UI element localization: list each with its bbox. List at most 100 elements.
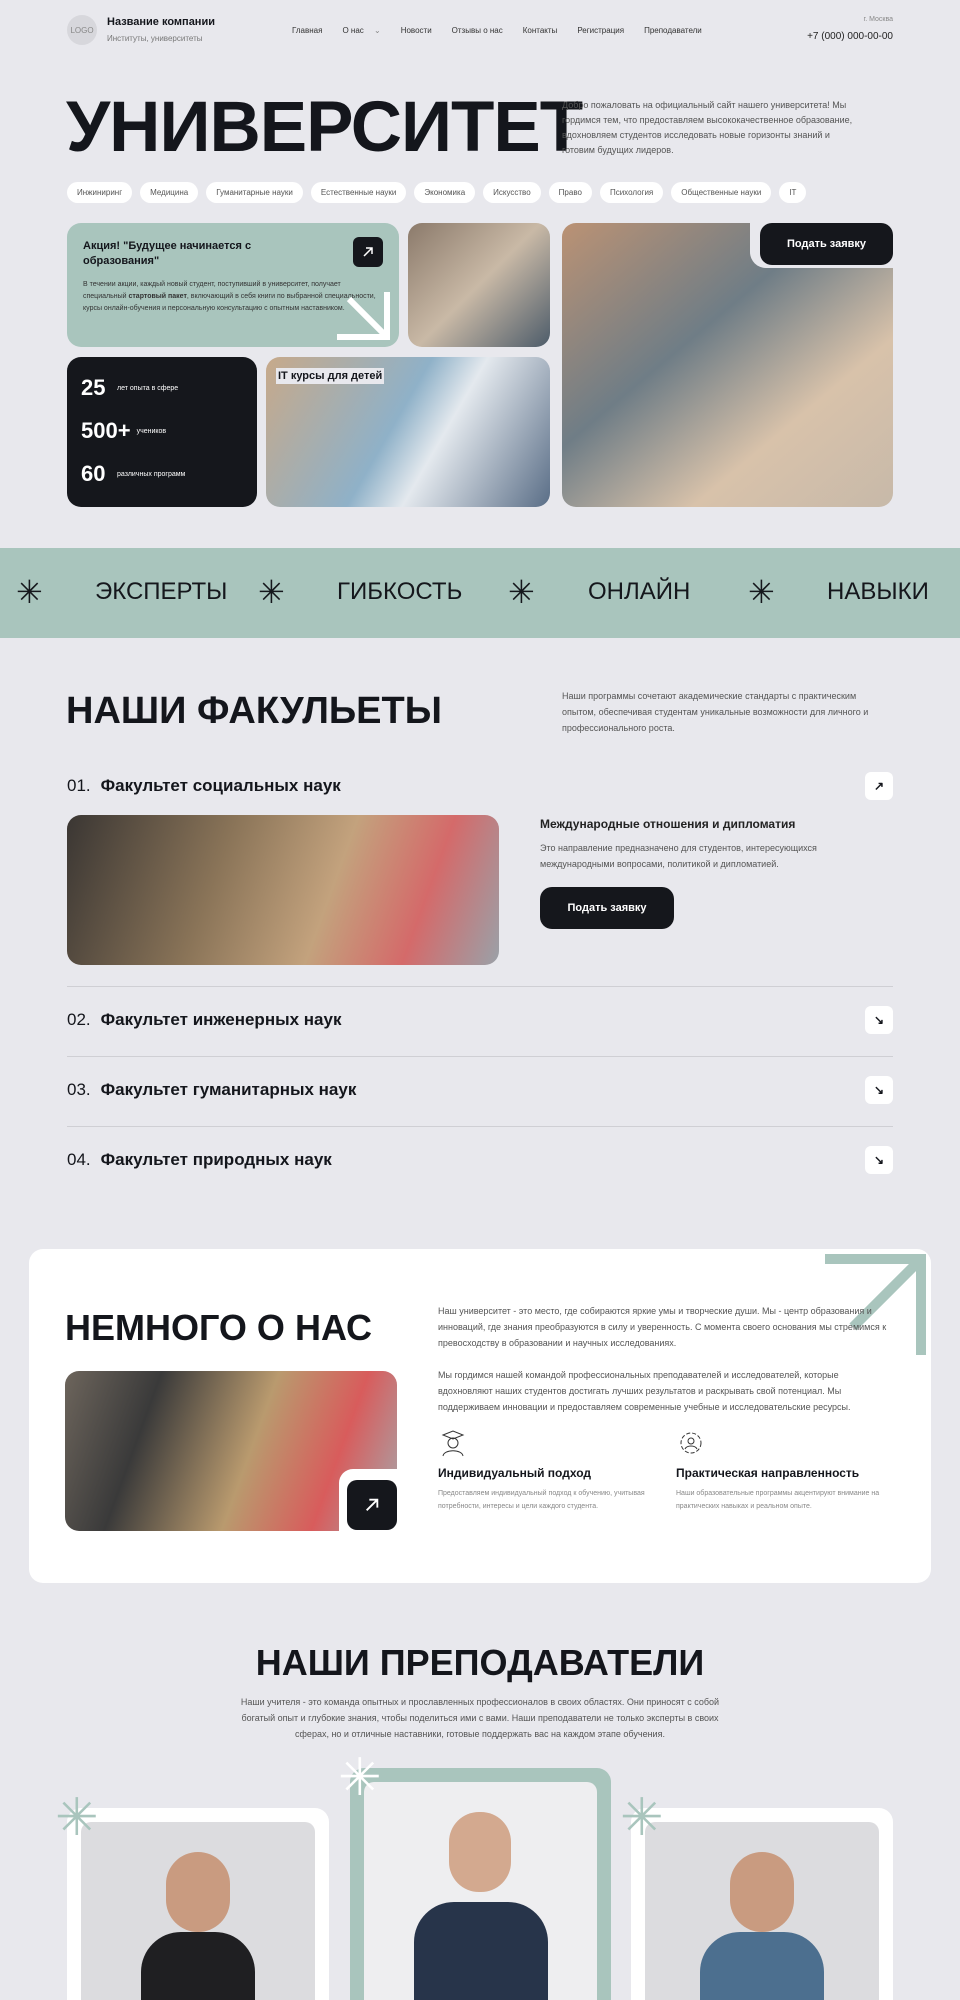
stat-experience: 25 лет опыта в сфере <box>81 375 243 401</box>
apply-button-faculty[interactable]: Подать заявку <box>540 887 674 929</box>
tag-natural-sciences[interactable]: Естественные науки <box>310 182 407 203</box>
faculty-row-3[interactable]: 03. Факультет гуманитарных наук ↘ <box>67 1074 893 1106</box>
tag-economics[interactable]: Экономика <box>414 182 476 203</box>
students-photo <box>408 223 550 347</box>
teacher-card-1[interactable] <box>67 1808 329 2000</box>
nav-contacts[interactable]: Контакты <box>523 26 558 35</box>
about-arrow-button[interactable] <box>347 1480 397 1530</box>
company-subtitle: Институты, университеты <box>107 34 203 43</box>
gear-person-icon <box>680 1432 702 1454</box>
divider <box>67 1056 893 1057</box>
graduate-icon <box>441 1430 465 1457</box>
teacher-photo-1 <box>81 1822 315 2000</box>
values-band: ✳ ЭКСПЕРТЫ ✳ ГИБКОСТЬ ✳ ОНЛАЙН ✳ НАВЫКИ <box>0 548 960 638</box>
band-word-online: ОНЛАЙН <box>588 578 691 605</box>
about-paragraph-2: Мы гордимся нашей командой профессиональ… <box>438 1370 851 1412</box>
feature-text-individual: Предоставляем индивидуальный подход к об… <box>438 1490 645 1510</box>
tag-it[interactable]: IT <box>779 182 807 203</box>
tag-humanities[interactable]: Гуманитарные науки <box>206 182 303 203</box>
teacher-photo-3 <box>645 1822 879 2000</box>
site-header: LOGO Название компании Институты, универ… <box>67 14 893 48</box>
company-name: Название компании <box>107 16 215 28</box>
tag-social-sciences[interactable]: Общественные науки <box>671 182 772 203</box>
stat-number: 60 <box>81 461 106 486</box>
faculty-row-2[interactable]: 02. Факультет инженерных наук ↘ <box>67 1004 893 1036</box>
band-word-skills: НАВЫКИ <box>827 578 929 605</box>
faculty-name: Факультет социальных наук <box>100 776 341 795</box>
tag-list: Инжиниринг Медицина Гуманитарные науки Е… <box>67 182 807 203</box>
tag-medicine[interactable]: Медицина <box>140 182 199 203</box>
faculty-row-1[interactable]: 01. Факультет социальных наук ↗ <box>67 770 893 802</box>
faculties-description: Наши программы сочетают академические ст… <box>562 691 869 733</box>
promo-text-bold: стартовый пакет <box>128 293 187 300</box>
nav-home[interactable]: Главная <box>292 26 322 35</box>
faculty-detail-text: Это направление предназначено для студен… <box>540 843 817 869</box>
feature-title-practical: Практическая направленность <box>676 1466 860 1480</box>
arrow-down-right-icon[interactable]: ↘ <box>865 1076 893 1104</box>
about-title: НЕМНОГО О НАС <box>65 1307 373 1348</box>
faculty-detail-title: Международные отношения и дипломатия <box>540 817 796 831</box>
asterisk-icon: ✳ <box>258 574 285 610</box>
chevron-down-icon: ⌄ <box>374 26 381 35</box>
teachers-title: НАШИ ПРЕПОДАВАТЕЛИ <box>255 1642 705 1683</box>
about-paragraph-1: Наш университет - это место, где собираю… <box>438 1306 887 1348</box>
band-word-flexibility: ГИБКОСТЬ <box>337 578 463 605</box>
stat-students: 500+ учеников <box>81 418 243 444</box>
arrow-up-right-icon[interactable]: ↗ <box>865 772 893 800</box>
faculty-number: 04. <box>67 1150 91 1169</box>
teacher-card-2[interactable] <box>350 1768 611 2000</box>
nav-about-label: О нас <box>342 26 364 35</box>
faculty-row-4[interactable]: 04. Факультет природных наук ↘ <box>67 1144 893 1176</box>
faculty-photo <box>67 815 499 965</box>
arrow-up-right-icon <box>366 1498 379 1511</box>
it-courses-label[interactable]: IT курсы для детей <box>276 368 385 384</box>
hero-description: Добро пожаловать на официальный сайт наш… <box>562 100 853 155</box>
phone[interactable]: +7 (000) 000-00-00 <box>807 31 893 42</box>
faculty-name: Факультет природных наук <box>100 1150 332 1169</box>
stat-label: лет опыта в сфере <box>117 384 179 392</box>
band-word-experts: ЭКСПЕРТЫ <box>95 578 228 605</box>
arrow-decor-icon <box>337 292 390 340</box>
apply-button-hero[interactable]: Подать заявку <box>760 223 893 265</box>
promo-card[interactable]: Акция! "Будущее начинается с образования… <box>67 223 399 347</box>
about-card: НЕМНОГО О НАС Наш университет - это мест… <box>29 1249 931 1583</box>
promo-title: Акция! "Будущее начинается с образования… <box>83 240 252 267</box>
feature-title-individual: Индивидуальный подход <box>438 1466 591 1480</box>
faculty-number: 01. <box>67 776 91 795</box>
tag-psychology[interactable]: Психология <box>599 182 664 203</box>
arrow-down-right-icon[interactable]: ↘ <box>865 1146 893 1174</box>
city: г. Москва <box>863 16 894 23</box>
arrow-up-right-icon <box>363 247 373 257</box>
nav-registration[interactable]: Регистрация <box>577 26 624 35</box>
faculty-name: Факультет гуманитарных наук <box>100 1080 357 1099</box>
teacher-card-3[interactable] <box>631 1808 893 2000</box>
divider <box>67 1126 893 1127</box>
stat-number: 25 <box>81 375 106 400</box>
nav-reviews[interactable]: Отзывы о нас <box>452 26 503 35</box>
logo[interactable]: LOGO <box>67 15 97 45</box>
asterisk-icon: ✳ <box>338 1749 382 1807</box>
faculty-number: 03. <box>67 1080 91 1099</box>
asterisk-icon: ✳ <box>508 574 535 610</box>
nav-news[interactable]: Новости <box>401 26 432 35</box>
faculty-number: 02. <box>67 1010 91 1029</box>
stat-label: учеников <box>136 427 167 435</box>
asterisk-icon: ✳ <box>16 574 43 610</box>
faculty-name: Факультет инженерных наук <box>100 1010 342 1029</box>
tag-engineering[interactable]: Инжиниринг <box>67 182 133 203</box>
asterisk-icon: ✳ <box>748 574 775 610</box>
asterisk-icon: ✳ <box>55 1789 99 1847</box>
faculties-title: НАШИ ФАКУЛЬЕТЫ <box>66 690 442 732</box>
promo-arrow-button[interactable] <box>353 237 383 267</box>
nav-teachers[interactable]: Преподаватели <box>644 26 702 35</box>
teacher-photo-2 <box>364 1782 597 2000</box>
divider <box>67 986 893 987</box>
stat-number: 500+ <box>81 418 131 443</box>
tag-art[interactable]: Искусство <box>483 182 541 203</box>
feature-text-practical: Наши образовательные программы акцентиру… <box>676 1490 880 1510</box>
nav-about[interactable]: О нас ⌄ <box>342 26 380 35</box>
stat-label: различных программ <box>117 470 186 478</box>
arrow-down-right-icon[interactable]: ↘ <box>865 1006 893 1034</box>
tag-law[interactable]: Право <box>548 182 592 203</box>
stat-programs: 60 различных программ <box>81 461 243 487</box>
